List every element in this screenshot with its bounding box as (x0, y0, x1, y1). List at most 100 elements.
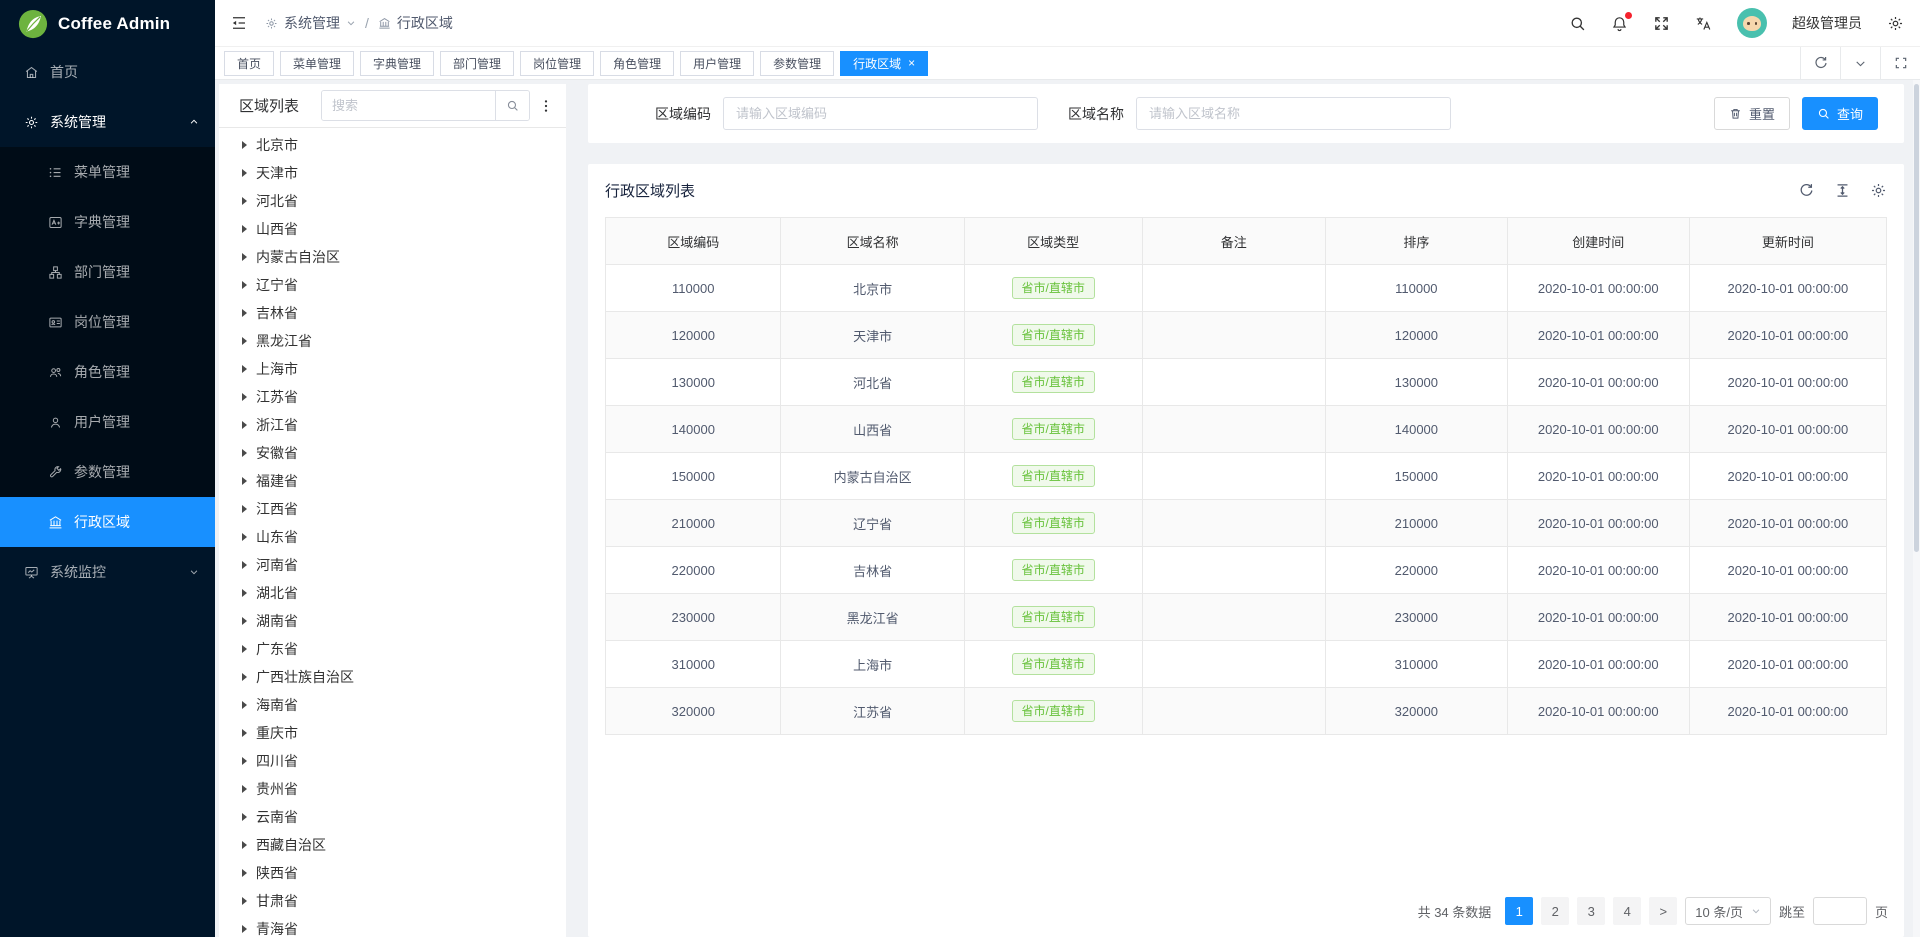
caret-right-icon[interactable] (242, 701, 247, 709)
caret-right-icon[interactable] (242, 393, 247, 401)
sidebar-item-post-mgmt[interactable]: 岗位管理 (0, 297, 215, 347)
tree-item[interactable]: 上海市 (219, 355, 566, 383)
tree-item[interactable]: 甘肃省 (219, 887, 566, 915)
page-tab[interactable]: 字典管理 (360, 51, 434, 76)
caret-right-icon[interactable] (242, 253, 247, 261)
tree-item[interactable]: 福建省 (219, 467, 566, 495)
tree-item[interactable]: 安徽省 (219, 439, 566, 467)
page-tab[interactable]: 参数管理 (760, 51, 834, 76)
tree-item[interactable]: 北京市 (219, 131, 566, 159)
sidebar-item-param-mgmt[interactable]: 参数管理 (0, 447, 215, 497)
caret-right-icon[interactable] (242, 617, 247, 625)
region-code-input[interactable] (723, 97, 1038, 130)
refresh-tab-button[interactable] (1800, 47, 1840, 79)
sidebar-group-system[interactable]: 系统管理 (0, 97, 215, 147)
caret-right-icon[interactable] (242, 589, 247, 597)
page-tab[interactable]: 角色管理 (600, 51, 674, 76)
tree-item[interactable]: 浙江省 (219, 411, 566, 439)
caret-right-icon[interactable] (242, 449, 247, 457)
next-page-button[interactable]: > (1649, 897, 1677, 925)
caret-right-icon[interactable] (242, 421, 247, 429)
sidebar-item-region[interactable]: 行政区域 (0, 497, 215, 547)
tree-item[interactable]: 陕西省 (219, 859, 566, 887)
search-button[interactable]: 查询 (1802, 97, 1878, 130)
caret-right-icon[interactable] (242, 141, 247, 149)
fullscreen-icon[interactable] (1653, 15, 1670, 32)
maximize-content-button[interactable] (1880, 47, 1920, 79)
tree-item[interactable]: 广西壮族自治区 (219, 663, 566, 691)
tab-options-button[interactable] (1840, 47, 1880, 79)
jump-page-input[interactable] (1813, 897, 1867, 925)
tree-item[interactable]: 河南省 (219, 551, 566, 579)
tree-item[interactable]: 重庆市 (219, 719, 566, 747)
tree-item[interactable]: 云南省 (219, 803, 566, 831)
tree-item[interactable]: 贵州省 (219, 775, 566, 803)
caret-right-icon[interactable] (242, 897, 247, 905)
caret-right-icon[interactable] (242, 785, 247, 793)
tree-item[interactable]: 青海省 (219, 915, 566, 937)
caret-right-icon[interactable] (242, 757, 247, 765)
caret-right-icon[interactable] (242, 841, 247, 849)
tree-item[interactable]: 湖南省 (219, 607, 566, 635)
refresh-icon[interactable] (1798, 182, 1815, 199)
sidebar-item-menu-mgmt[interactable]: 菜单管理 (0, 147, 215, 197)
tab-close-icon[interactable]: × (908, 57, 915, 69)
settings-gear-icon[interactable] (1887, 15, 1904, 32)
sidebar-item-dept-mgmt[interactable]: 部门管理 (0, 247, 215, 297)
breadcrumb-region[interactable]: 行政区域 (378, 13, 453, 33)
caret-right-icon[interactable] (242, 225, 247, 233)
tree-item[interactable]: 四川省 (219, 747, 566, 775)
caret-right-icon[interactable] (242, 813, 247, 821)
column-height-icon[interactable] (1834, 182, 1851, 199)
caret-right-icon[interactable] (242, 561, 247, 569)
tree-search-button[interactable] (495, 91, 529, 120)
caret-right-icon[interactable] (242, 477, 247, 485)
caret-right-icon[interactable] (242, 729, 247, 737)
caret-right-icon[interactable] (242, 169, 247, 177)
tree-item[interactable]: 山西省 (219, 215, 566, 243)
page-tab[interactable]: 行政区域 × (840, 51, 928, 76)
tree-search-input[interactable] (322, 91, 495, 120)
page-tab[interactable]: 菜单管理 (280, 51, 354, 76)
page-scrollbar[interactable] (1913, 80, 1920, 937)
page-number-button[interactable]: 4 (1613, 897, 1641, 925)
caret-right-icon[interactable] (242, 309, 247, 317)
breadcrumb-system[interactable]: 系统管理 (265, 13, 356, 33)
tree-item[interactable]: 广东省 (219, 635, 566, 663)
page-number-button[interactable]: 2 (1541, 897, 1569, 925)
caret-right-icon[interactable] (242, 365, 247, 373)
user-name[interactable]: 超级管理员 (1792, 13, 1862, 33)
dots-vertical-icon[interactable] (538, 98, 554, 114)
tree-item[interactable]: 山东省 (219, 523, 566, 551)
page-number-button[interactable]: 3 (1577, 897, 1605, 925)
tree-item[interactable]: 江西省 (219, 495, 566, 523)
region-name-input[interactable] (1136, 97, 1451, 130)
translate-icon[interactable] (1695, 15, 1712, 32)
sidebar-item-home[interactable]: 首页 (0, 47, 215, 97)
caret-right-icon[interactable] (242, 281, 247, 289)
tree-item[interactable]: 黑龙江省 (219, 327, 566, 355)
collapse-sidebar-icon[interactable] (230, 14, 248, 32)
sidebar-item-user-mgmt[interactable]: 用户管理 (0, 397, 215, 447)
page-tab[interactable]: 首页 (224, 51, 274, 76)
avatar[interactable] (1737, 8, 1767, 38)
tree-item[interactable]: 河北省 (219, 187, 566, 215)
page-size-select[interactable]: 10 条/页 (1685, 897, 1771, 925)
sidebar-group-monitor[interactable]: 系统监控 (0, 547, 215, 597)
tree-item[interactable]: 内蒙古自治区 (219, 243, 566, 271)
caret-right-icon[interactable] (242, 533, 247, 541)
caret-right-icon[interactable] (242, 505, 247, 513)
tree-item[interactable]: 辽宁省 (219, 271, 566, 299)
tree-item[interactable]: 天津市 (219, 159, 566, 187)
tree-item[interactable]: 吉林省 (219, 299, 566, 327)
caret-right-icon[interactable] (242, 645, 247, 653)
search-icon[interactable] (1569, 15, 1586, 32)
caret-right-icon[interactable] (242, 869, 247, 877)
caret-right-icon[interactable] (242, 673, 247, 681)
app-logo[interactable]: Coffee Admin (0, 0, 215, 47)
page-number-button[interactable]: 1 (1505, 897, 1533, 925)
caret-right-icon[interactable] (242, 925, 247, 933)
sidebar-item-dict-mgmt[interactable]: 字典管理 (0, 197, 215, 247)
table-settings-gear-icon[interactable] (1870, 182, 1887, 199)
tree-item[interactable]: 海南省 (219, 691, 566, 719)
